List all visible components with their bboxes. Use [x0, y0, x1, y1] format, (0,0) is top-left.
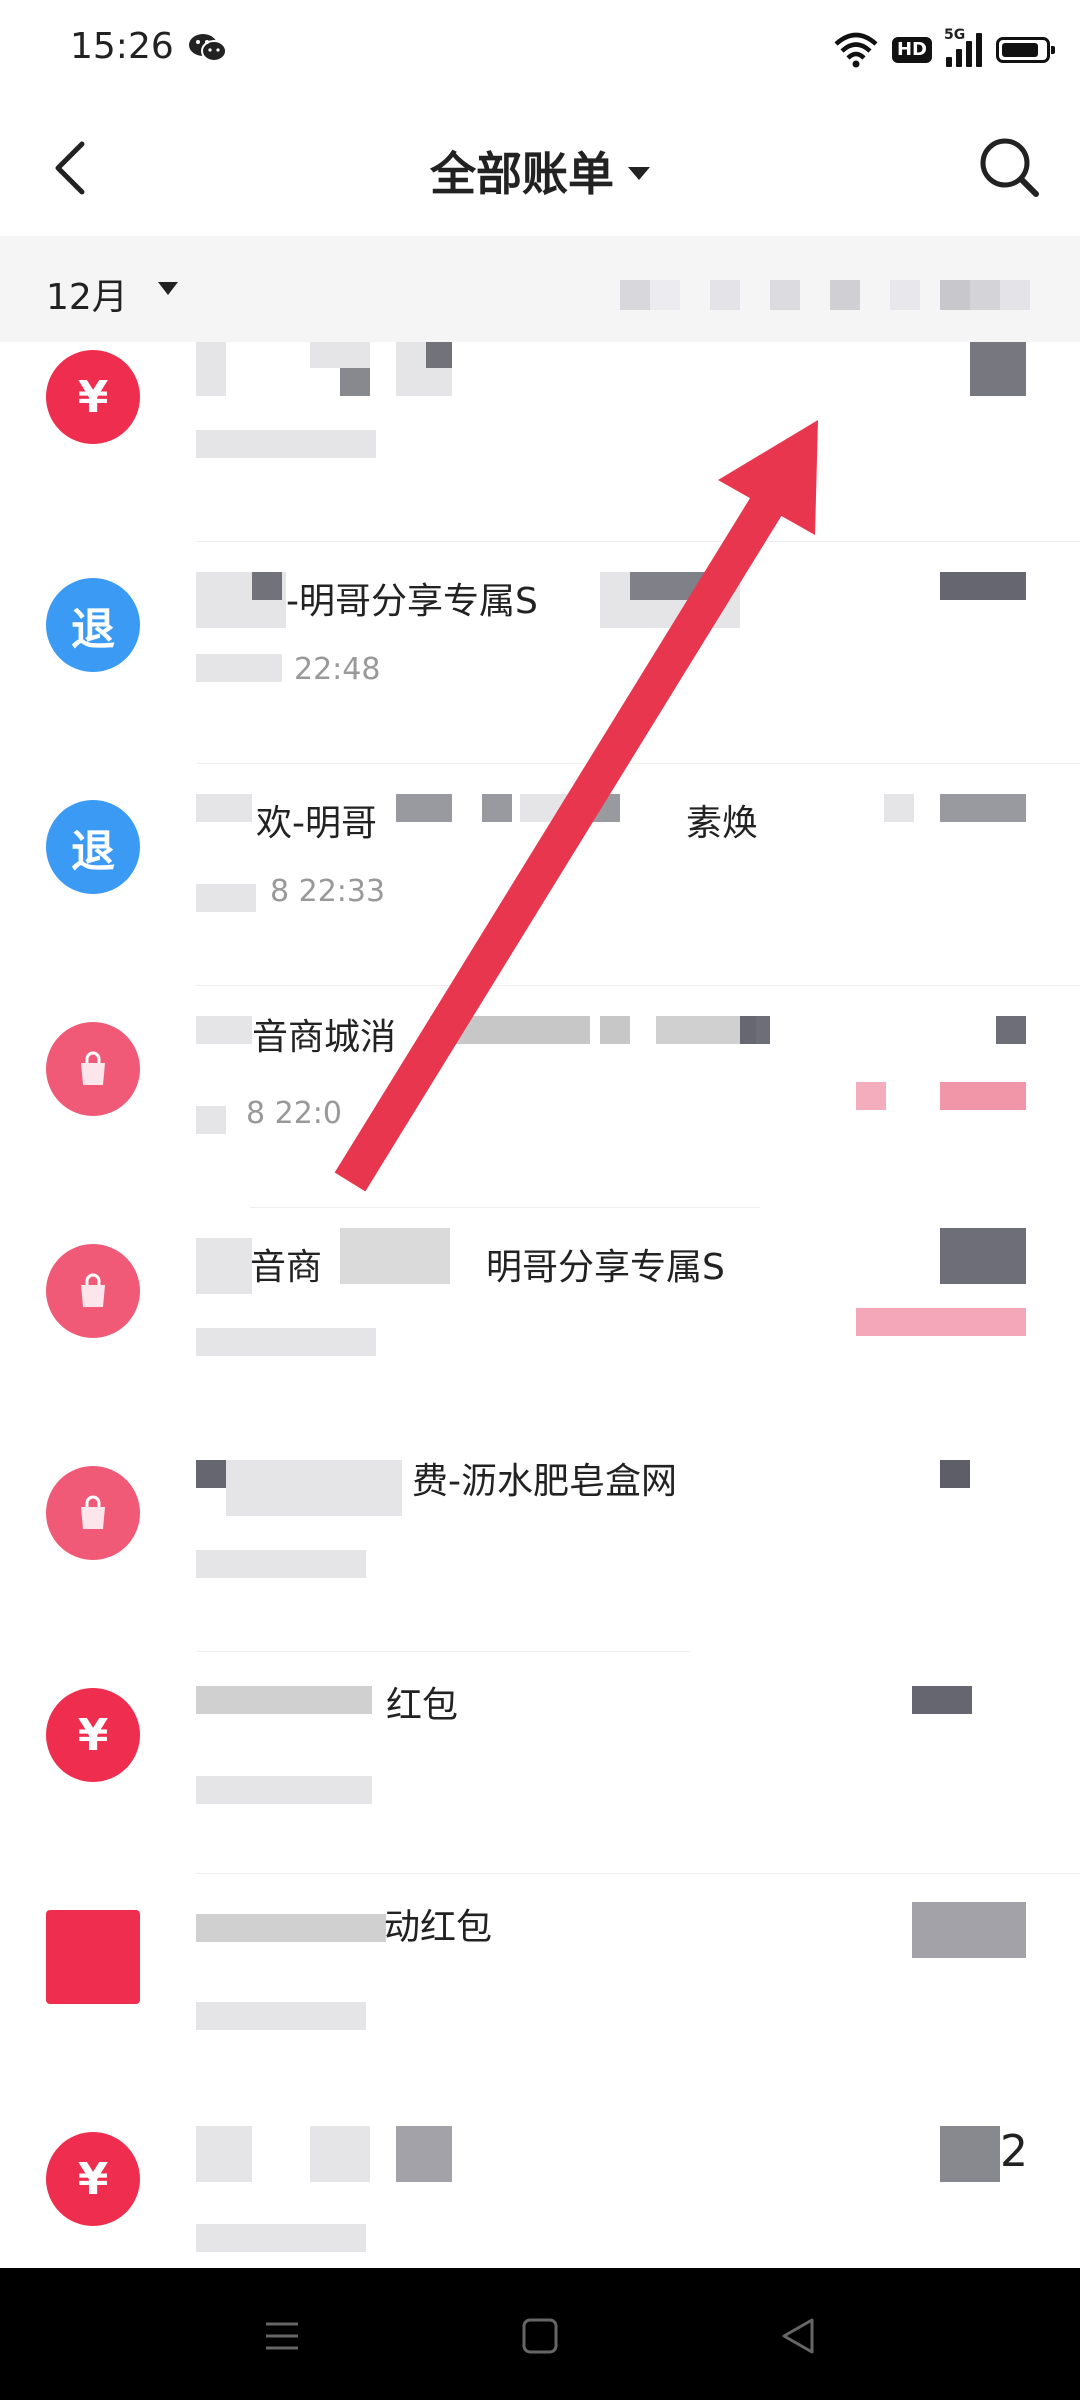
transaction-row[interactable]: 音商城消 8 22:0 — [0, 986, 1080, 1208]
back-triangle-icon — [782, 2318, 814, 2354]
home-button[interactable] — [510, 2306, 570, 2366]
home-square-icon — [522, 2318, 558, 2354]
transaction-title: 动红包 — [384, 1907, 493, 1948]
transaction-row[interactable]: 退 欢-明哥 素焕 8 22:33 — [0, 764, 1080, 986]
signal-icon: 5G — [944, 27, 982, 67]
transaction-row[interactable]: 费-沥水肥皂盒网 — [0, 1430, 1080, 1652]
month-selector[interactable]: 12月 — [46, 268, 128, 320]
shopping-bag-icon — [46, 1244, 140, 1338]
red-envelope-icon: ¥ — [46, 350, 140, 444]
status-bar: 15:26 HD 5G — [0, 0, 1080, 100]
red-envelope-icon: ¥ — [46, 1688, 140, 1782]
transaction-time: 8 22:33 — [270, 874, 386, 909]
back-nav-button[interactable] — [768, 2306, 828, 2366]
transaction-row[interactable]: 退 -明哥分享专属S 22:48 — [0, 542, 1080, 764]
refund-icon: 退 — [46, 578, 140, 672]
transaction-title: 欢-明哥 — [256, 803, 377, 844]
shopping-bag-icon — [46, 1466, 140, 1560]
transaction-list[interactable]: ¥ 退 -明哥分享专属S 22:48 退 欢-明哥 素焕 8 22:33 音商城… — [0, 342, 1080, 2268]
shopping-bag-icon — [46, 1022, 140, 1116]
transaction-title: 费-沥水肥皂盒网 — [412, 1461, 677, 1502]
network-type-label: 5G — [944, 27, 966, 43]
status-time: 15:26 — [70, 26, 174, 67]
battery-icon — [996, 37, 1055, 63]
pixelated-summary — [620, 280, 1030, 310]
menu-icon — [266, 2322, 298, 2350]
month-filter-bar: 12月 — [0, 236, 1080, 342]
search-icon — [980, 138, 1039, 197]
transaction-row[interactable]: ¥ 2 — [0, 2096, 1080, 2268]
caret-down-icon — [628, 167, 650, 180]
transaction-row[interactable]: 动红包 — [0, 1874, 1080, 2096]
transaction-title: 音商 — [250, 1247, 323, 1288]
search-button[interactable] — [970, 128, 1050, 208]
red-envelope-icon — [46, 1910, 140, 2004]
transaction-title-tail: 明哥分享专属S — [486, 1247, 725, 1288]
page-title: 全部账单 — [430, 147, 614, 201]
bill-filter-dropdown[interactable]: 全部账单 — [0, 138, 1080, 204]
transaction-amount-tail: 2 — [1000, 2126, 1028, 2177]
transaction-title-tail: 素焕 — [686, 803, 759, 844]
transaction-time: 8 22:0 — [246, 1096, 342, 1131]
wechat-icon — [189, 34, 227, 62]
refund-icon: 退 — [46, 800, 140, 894]
red-envelope-icon: ¥ — [46, 2132, 140, 2226]
transaction-title: -明哥分享专属S — [286, 581, 538, 622]
nav-bar: 全部账单 — [0, 100, 1080, 236]
status-icons: HD 5G — [834, 27, 1055, 72]
system-navigation-bar — [0, 2268, 1080, 2400]
caret-down-icon[interactable] — [158, 282, 178, 295]
wifi-icon — [834, 32, 878, 68]
transaction-row[interactable]: 音商 明哥分享专属S — [0, 1208, 1080, 1430]
recent-apps-button[interactable] — [252, 2306, 312, 2366]
transaction-time: 22:48 — [294, 652, 381, 687]
transaction-title: 红包 — [386, 1685, 459, 1726]
hd-icon: HD — [891, 37, 932, 63]
transaction-row[interactable]: ¥ 红包 — [0, 1652, 1080, 1874]
transaction-row[interactable]: ¥ — [0, 342, 1080, 542]
transaction-title: 音商城消 — [252, 1017, 397, 1058]
